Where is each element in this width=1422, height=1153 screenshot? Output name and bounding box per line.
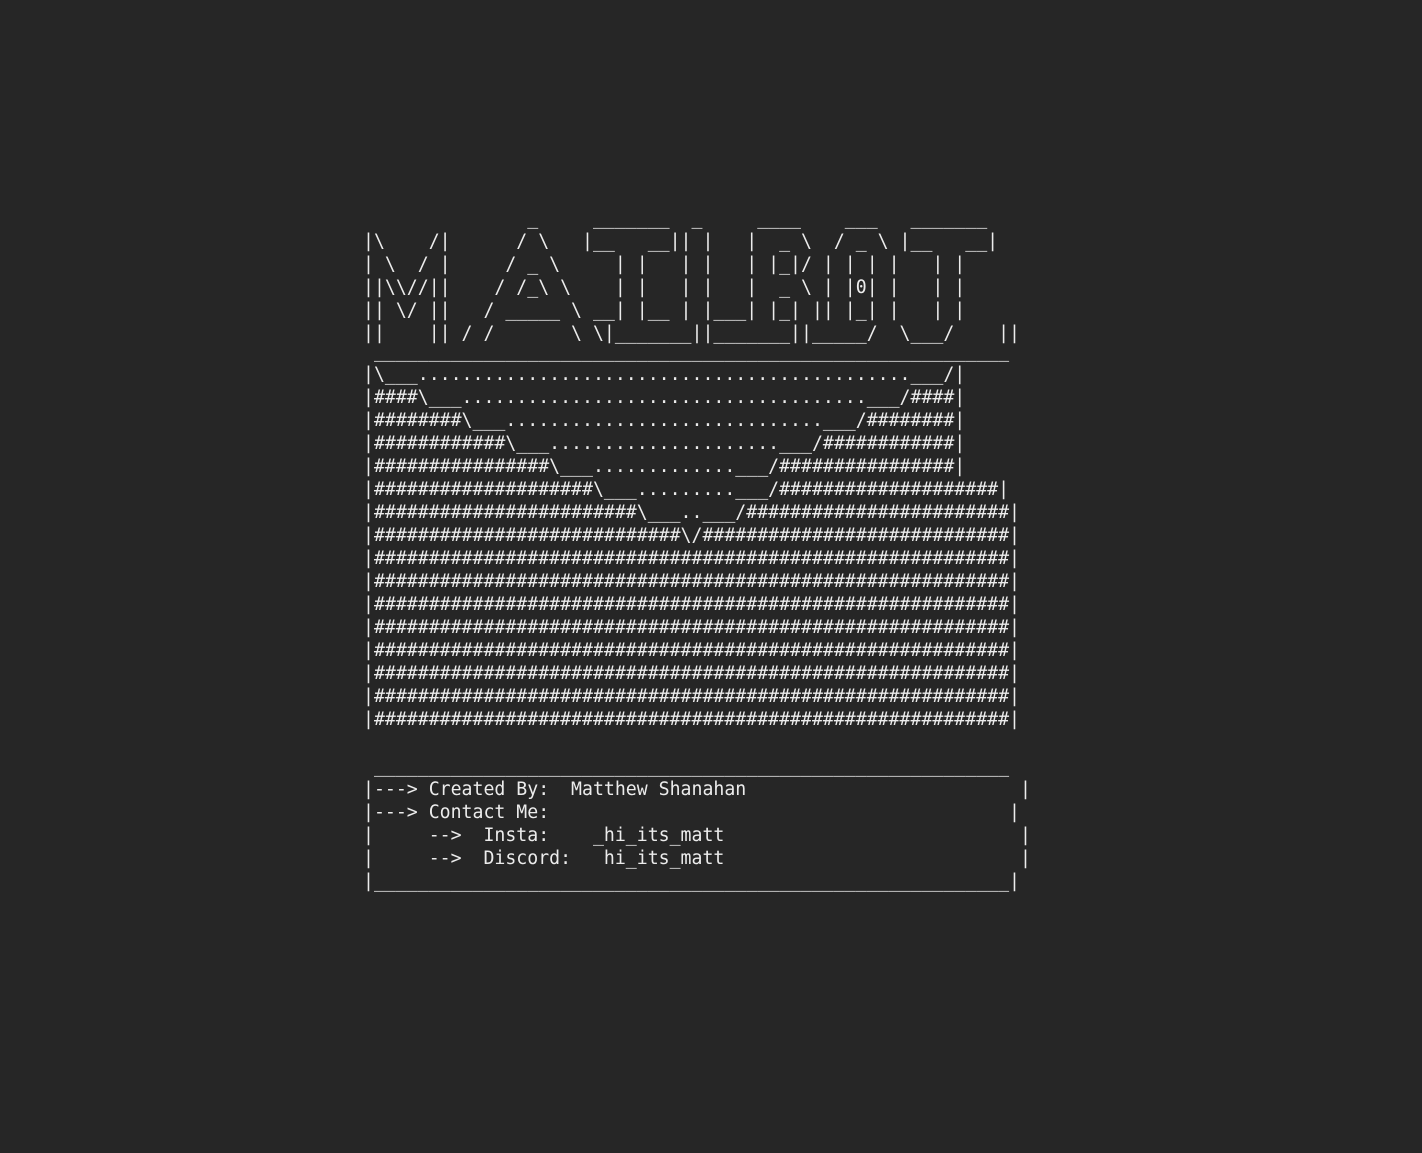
credits-top-border: ________________________________________… [363, 756, 1010, 777]
envelope-line: |########################\___..___/#####… [363, 502, 1020, 523]
created-by-line: |---> Created By: Matthew Shanahan | [363, 779, 1031, 800]
banner-line: _ _______ _ ____ ___ _______ [363, 208, 988, 229]
envelope-line: |#######################################… [363, 686, 1020, 707]
credits-box: ________________________________________… [363, 755, 1031, 893]
banner-line: |\ /| / \ |__ __|| | | _ \ / _ \ |__ __| [363, 231, 999, 252]
envelope-line: |#######################################… [363, 709, 1020, 730]
envelope-line: |############\___.....................__… [363, 433, 966, 454]
envelope-line: |################\___.............___/##… [363, 456, 966, 477]
terminal-window[interactable]: _ _______ _ ____ ___ _______ |\ /| / \ |… [0, 0, 1422, 1153]
envelope-line: |#######################################… [363, 571, 1020, 592]
envelope-ascii-art: ________________________________________… [363, 340, 1020, 731]
envelope-line: |####\___...............................… [363, 387, 966, 408]
banner-line: ||\\//|| / /_\ \ | | | | | _ \ | |0| | |… [363, 277, 966, 298]
envelope-line: |############################\/#########… [363, 525, 1020, 546]
envelope-line: |########\___...........................… [363, 410, 966, 431]
envelope-line: |#######################################… [363, 548, 1020, 569]
envelope-line: |\___...................................… [363, 364, 966, 385]
discord-line: | --> Discord: hi_its_matt | [363, 848, 1031, 869]
envelope-line: |#######################################… [363, 594, 1020, 615]
mailbot-ascii-banner: _ _______ _ ____ ___ _______ |\ /| / \ |… [363, 207, 1020, 345]
envelope-line: |####################\___.........___/##… [363, 479, 1010, 500]
insta-line: | --> Insta: _hi_its_matt | [363, 825, 1031, 846]
envelope-line: ________________________________________… [363, 341, 1010, 362]
envelope-line: |#######################################… [363, 663, 1020, 684]
contact-me-line: |---> Contact Me: | [363, 802, 1020, 823]
envelope-line: |#######################################… [363, 640, 1020, 661]
envelope-line: |#######################################… [363, 617, 1020, 638]
banner-line: | \ / | / _ \ | | | | | |_|/ | | | | | | [363, 254, 966, 275]
banner-line: || \/ || / _____ \ __| |__ | |___| |_| |… [363, 300, 966, 321]
credits-bottom-border: |_______________________________________… [363, 871, 1020, 892]
